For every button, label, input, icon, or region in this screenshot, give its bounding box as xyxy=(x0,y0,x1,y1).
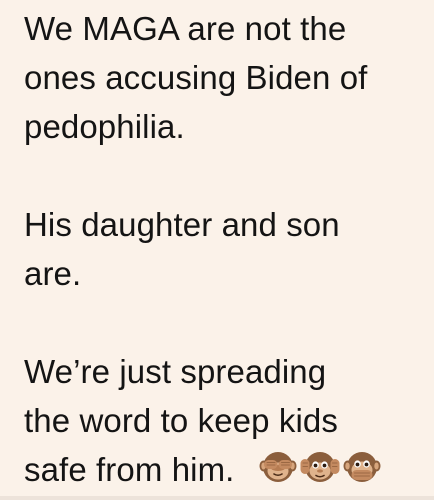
see-no-evil-monkey-icon xyxy=(259,452,297,482)
text-line: are. xyxy=(24,255,82,292)
text-line-last-text: safe from him. xyxy=(24,451,235,488)
paragraph-2: His daughter and son are. xyxy=(24,200,414,298)
hear-no-evil-monkey-icon xyxy=(300,452,340,482)
text-line: ones accusing Biden of xyxy=(24,59,368,96)
post-text-card: We MAGA are not the ones accusing Biden … xyxy=(0,0,434,500)
paragraph-3: We’re just spreading the word to keep ki… xyxy=(24,347,414,494)
text-line: We MAGA are not the xyxy=(24,10,347,47)
text-line: pedophilia. xyxy=(24,108,185,145)
bottom-edge-divider xyxy=(0,496,434,500)
speak-no-evil-monkey-icon xyxy=(343,452,381,482)
text-line: We’re just spreading xyxy=(24,353,327,390)
paragraph-1: We MAGA are not the ones accusing Biden … xyxy=(24,4,414,151)
text-line: His daughter and son xyxy=(24,206,340,243)
emoji-group xyxy=(258,445,382,485)
text-line-last: safe from him. xyxy=(24,445,414,494)
text-line: the word to keep kids xyxy=(24,402,338,439)
